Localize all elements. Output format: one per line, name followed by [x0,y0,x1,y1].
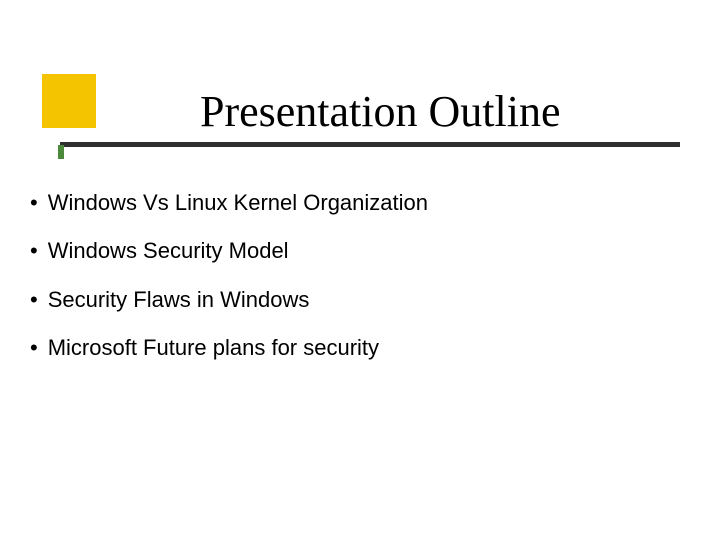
bullet-list: • Windows Vs Linux Kernel Organization •… [30,190,670,384]
bullet-text: Windows Vs Linux Kernel Organization [48,190,428,216]
decorative-tick [58,145,64,159]
bullet-icon: • [30,192,38,214]
bullet-icon: • [30,240,38,262]
bullet-text: Microsoft Future plans for security [48,335,379,361]
bullet-icon: • [30,289,38,311]
bullet-icon: • [30,337,38,359]
list-item: • Windows Vs Linux Kernel Organization [30,190,670,216]
list-item: • Microsoft Future plans for security [30,335,670,361]
decorative-square [42,74,96,128]
bullet-text: Windows Security Model [48,238,289,264]
slide-header: Presentation Outline [0,0,720,160]
slide-title: Presentation Outline [200,86,561,137]
bullet-text: Security Flaws in Windows [48,287,310,313]
list-item: • Windows Security Model [30,238,670,264]
title-underline [60,142,680,147]
list-item: • Security Flaws in Windows [30,287,670,313]
